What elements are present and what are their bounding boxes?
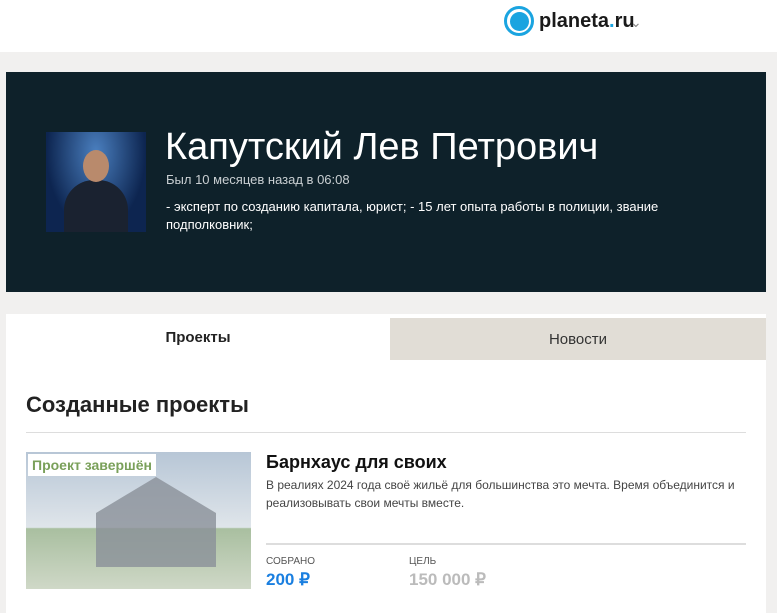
project-title[interactable]: Барнхаус для своих (266, 452, 447, 473)
collected-value: 200 ₽ (266, 570, 310, 589)
top-bar: planeta.ru ⌄ (0, 0, 777, 52)
goal-label: ЦЕЛЬ (409, 556, 437, 567)
project-description: В реалиях 2024 года своё жильё для больш… (266, 478, 735, 510)
last-seen: Был 10 месяцев назад в 06:08 (166, 172, 350, 187)
planeta-logo[interactable]: planeta.ru (504, 6, 635, 36)
profile-bio: - эксперт по созданию капитала, юрист; -… (166, 199, 659, 232)
tab-news[interactable]: Новости (390, 318, 766, 360)
profile-header: Капутский Лев Петрович Был 10 месяцев на… (6, 72, 766, 292)
status-badge: Проект завершён (28, 454, 156, 476)
goal-value: 150 000 ₽ (409, 570, 486, 589)
divider (266, 543, 746, 545)
content-panel: Проекты Новости Созданные проекты Проект… (6, 314, 766, 613)
avatar (46, 132, 146, 232)
tab-projects[interactable]: Проекты (6, 314, 390, 360)
house-image (96, 477, 216, 567)
project-image[interactable]: Проект завершён (26, 452, 251, 589)
section-title: Созданные проекты (26, 392, 249, 417)
chevron-down-icon[interactable]: ⌄ (630, 14, 642, 31)
divider (26, 432, 746, 433)
collected-label: СОБРАНО (266, 556, 316, 567)
logo-text: planeta (539, 9, 610, 32)
profile-name: Капутский Лев Петрович (165, 126, 599, 168)
logo-icon (504, 6, 534, 36)
